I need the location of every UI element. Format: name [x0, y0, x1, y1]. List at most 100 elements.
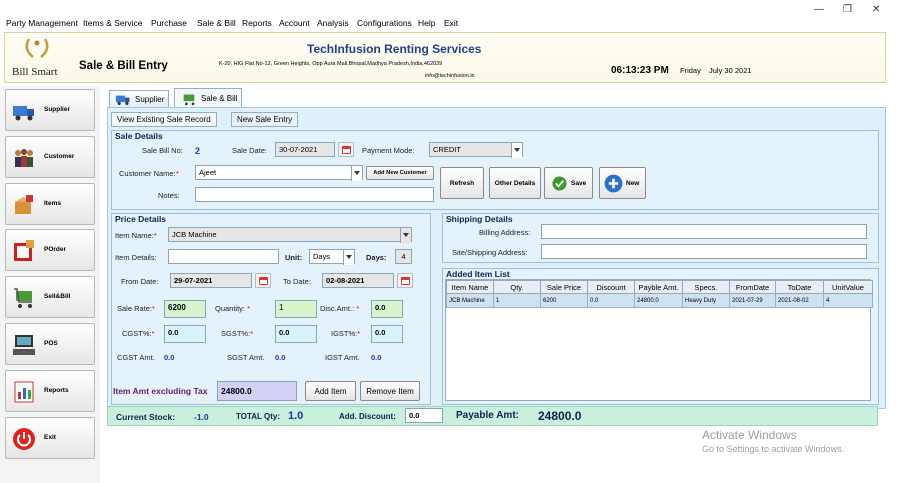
restore-button[interactable]: ❐: [843, 4, 852, 15]
customer-name-label: Customer Name:*: [119, 169, 179, 178]
table-cell: 1: [493, 293, 541, 308]
column-header[interactable]: Item Name: [446, 280, 494, 294]
payment-mode-select[interactable]: CREDIT: [429, 142, 523, 158]
column-header[interactable]: Sale Price: [540, 280, 588, 294]
sgst-input[interactable]: 0.0: [275, 325, 317, 343]
from-date-calendar-icon[interactable]: [255, 273, 271, 288]
subtab-new-sale[interactable]: New Sale Entry: [231, 112, 299, 127]
save-button[interactable]: Save: [544, 167, 593, 199]
column-header[interactable]: Discount: [587, 280, 635, 294]
quantity-label: Quantity: *: [215, 304, 251, 313]
from-date-field[interactable]: 29-07-2021: [170, 273, 252, 288]
sidebar-label: Exit: [44, 434, 56, 441]
menu-party-management[interactable]: Party Management: [6, 18, 78, 28]
sidebar: Supplier Customer Items POrder Sell&Bill…: [0, 86, 100, 483]
new-button[interactable]: New: [599, 167, 646, 199]
menu-items-service[interactable]: Items & Service: [83, 18, 143, 28]
cart-icon: [183, 94, 195, 106]
remove-item-button[interactable]: Remove Item: [360, 381, 420, 401]
customer-group-icon: [15, 149, 33, 167]
check-circle-icon: [552, 176, 567, 191]
shipping-details-title: Shipping Details: [446, 214, 513, 224]
quantity-input[interactable]: 1: [275, 300, 317, 318]
column-header[interactable]: FromDate: [729, 280, 776, 294]
other-details-button[interactable]: Other Details: [489, 167, 541, 199]
sale-date-field[interactable]: 30-07-2021: [275, 142, 335, 157]
add-discount-input[interactable]: 0.0: [405, 408, 443, 423]
igst-input[interactable]: 0.0: [371, 325, 403, 343]
supplier-truck-icon: [115, 95, 130, 106]
column-header[interactable]: Specs.: [682, 280, 730, 294]
sidebar-items-button[interactable]: Items: [5, 183, 95, 225]
menu-analysis[interactable]: Analysis: [317, 18, 349, 28]
table-cell: 6200: [540, 293, 588, 308]
menu-account[interactable]: Account: [279, 18, 310, 28]
add-new-customer-button[interactable]: Add New Customer: [366, 166, 434, 180]
sidebar-exit-button[interactable]: Exit: [5, 417, 95, 459]
billing-address-input[interactable]: [541, 224, 867, 239]
sidebar-reports-button[interactable]: Reports: [5, 370, 95, 412]
subtab-view-existing[interactable]: View Existing Sale Record: [111, 112, 217, 127]
notes-input[interactable]: [195, 187, 434, 202]
sale-rate-input[interactable]: 6200: [164, 300, 206, 318]
menu-help[interactable]: Help: [418, 18, 435, 28]
column-header[interactable]: Payble Amt.: [634, 280, 683, 294]
tab-sale-bill[interactable]: Sale & Bill: [174, 88, 243, 108]
company-address: K-20, HIG Flat No-12, Green Heights, Opp…: [219, 61, 443, 67]
payable-amt-value: 24800.0: [538, 409, 582, 423]
report-chart-icon: [14, 381, 34, 403]
sidebar-label: Reports: [44, 387, 69, 394]
tab-supplier[interactable]: Supplier: [109, 90, 170, 108]
site-address-input[interactable]: [541, 244, 867, 259]
menu-purchase[interactable]: Purchase: [151, 18, 187, 28]
sidebar-pos-button[interactable]: POS: [5, 323, 95, 365]
menu-sale-bill[interactable]: Sale & Bill: [197, 18, 236, 28]
sidebar-sellbill-button[interactable]: Sell&Bill: [5, 276, 95, 318]
item-name-label: Item Name:*: [115, 231, 157, 240]
table-row[interactable]: JCB Machine 1 6200 0.0 24800.0 Heavy Duty 2021…: [446, 293, 873, 308]
add-item-button[interactable]: Add Item: [305, 381, 356, 401]
bill-no-label: Sale Bill No:: [142, 146, 183, 155]
minimize-button[interactable]: —: [814, 4, 824, 15]
to-date-calendar-icon[interactable]: [397, 273, 413, 288]
table-body: JCB Machine 1 6200 0.0 24800.0 Heavy Duty 2021…: [446, 293, 873, 308]
customer-name-select[interactable]: Ajeet: [195, 165, 363, 181]
clock-day: Friday: [680, 66, 701, 75]
item-details-input[interactable]: [168, 249, 279, 264]
to-date-field[interactable]: 02-08-2021: [322, 273, 394, 288]
main-panel: View Existing Sale Record New Sale Entry…: [107, 107, 886, 409]
disc-amt-input[interactable]: 0.0: [371, 300, 403, 318]
menu-configurations[interactable]: Configurations: [357, 18, 412, 28]
unit-label: Unit:: [285, 253, 303, 262]
item-name-select[interactable]: JCB Machine: [168, 227, 412, 243]
unit-select[interactable]: Days: [309, 249, 355, 265]
site-address-label: Site/Shipping Address:: [452, 248, 528, 257]
subtab-view-label: View Existing Sale Record: [117, 115, 211, 124]
cgst-input[interactable]: 0.0: [164, 325, 206, 343]
notes-label: Notes:: [158, 191, 180, 200]
from-date-label: From Date:: [121, 277, 159, 286]
added-item-list-title: Added Item List: [446, 269, 510, 279]
menu-exit[interactable]: Exit: [444, 18, 458, 28]
igst-label: IGST%:*: [331, 329, 361, 338]
column-header[interactable]: UnitValue: [823, 280, 873, 294]
column-header[interactable]: Qty.: [493, 280, 541, 294]
added-item-list-panel: Added Item List Item Name Qty. Sale Price D…: [442, 268, 879, 405]
chevron-down-icon: [343, 250, 354, 265]
sale-date-label: Sale Date:: [232, 146, 268, 155]
refresh-button[interactable]: Refresh: [440, 167, 484, 199]
column-header[interactable]: ToDate: [775, 280, 824, 294]
item-details-label: Item Details:: [115, 253, 157, 262]
sidebar-customer-button[interactable]: Customer: [5, 136, 95, 178]
added-items-table-container[interactable]: Item Name Qty. Sale Price Discount Payble Am…: [445, 279, 873, 401]
activate-windows-title: Activate Windows: [702, 428, 797, 442]
table-cell: 4: [823, 293, 873, 308]
close-button[interactable]: ✕: [872, 4, 880, 15]
sidebar-supplier-button[interactable]: Supplier: [5, 89, 95, 131]
sidebar-porder-button[interactable]: POrder: [5, 229, 95, 271]
bill-smart-logo-icon: [25, 38, 49, 58]
to-date-label: To Date:: [283, 277, 311, 286]
customer-name-label-text: Customer Name:: [119, 169, 176, 178]
menu-reports[interactable]: Reports: [242, 18, 272, 28]
sale-date-calendar-icon[interactable]: [338, 142, 354, 157]
